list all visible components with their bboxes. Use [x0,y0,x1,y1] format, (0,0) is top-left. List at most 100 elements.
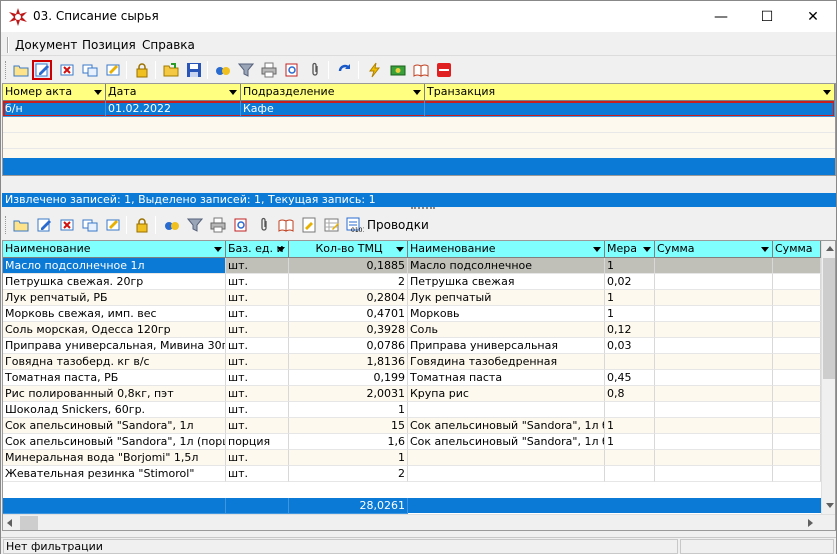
preview-icon[interactable] [231,215,251,235]
sort-arrow-icon[interactable] [643,247,651,252]
table-row[interactable]: Петрушка свежая. 20гр шт. 2 Петрушка свежая… [3,274,821,290]
table-row[interactable]: Сок апельсиновый "Sandora", 1л (порц.) по… [3,434,821,450]
cell-name2: Приправа универсальная [408,338,605,354]
table-row[interactable]: Лук репчатый, РБ шт. 0,2804 Лук репчатый 1 [3,290,821,306]
column-header-sum[interactable]: Сумма [655,241,773,258]
lightning-icon[interactable] [365,60,385,80]
edit-document-icon[interactable] [34,215,54,235]
minimize-button[interactable]: — [698,1,744,32]
table-row[interactable]: Сок апельсиновый "Sandora", 1л шт. 15 Сок а… [3,418,821,434]
scroll-down-icon[interactable] [826,503,834,508]
cell-sum [655,258,773,274]
stop-icon[interactable] [434,60,454,80]
cell-name2: Томатная паста [408,370,605,386]
menu-help[interactable]: Справка [142,38,195,52]
table-row[interactable]: Томатная паста, РБ шт. 0,199 Томатная паста… [3,370,821,386]
column-header-base-unit[interactable]: Баз. ед. и [226,241,289,258]
open-file-icon[interactable] [161,60,181,80]
copy-document-icon[interactable] [80,60,100,80]
sort-arrow-icon[interactable] [823,90,831,95]
cell-sum2 [773,306,821,322]
table-row[interactable]: б/н 01.02.2022 Кафе [3,101,835,117]
cell-unit: шт. [226,274,289,290]
save-icon[interactable] [184,60,204,80]
column-header-qty[interactable]: Кол-во ТМЦ [289,241,408,258]
money-icon[interactable] [388,60,408,80]
column-header-act-number[interactable]: Номер акта [3,84,106,101]
table-row[interactable]: Шоколад Snickers, 60гр. шт. 1 [3,402,821,418]
find-icon[interactable] [162,215,182,235]
postings-button[interactable]: Проводки [367,218,429,232]
attachment-icon[interactable] [305,60,325,80]
delete-document-icon[interactable] [57,60,77,80]
maximize-button[interactable]: ☐ [744,1,790,32]
menu-document[interactable]: Документ [15,38,77,52]
find-icon[interactable] [213,60,233,80]
open-folder-icon[interactable] [11,60,31,80]
vertical-scrollbar[interactable] [821,241,835,514]
close-button[interactable]: ✕ [790,1,836,32]
app-window: 03. Списание сырья — ☐ ✕ Документ Позици… [0,0,837,554]
filter-icon[interactable] [185,215,205,235]
horizontal-scrollbar[interactable] [3,514,835,530]
column-header-measure[interactable]: Мера [605,241,655,258]
sort-arrow-icon[interactable] [229,90,237,95]
horizontal-scroll-thumb[interactable] [20,516,38,530]
toolbar-grip [5,216,8,234]
sort-arrow-icon[interactable] [593,247,601,252]
toolbar-separator [126,216,127,234]
splitter-handle[interactable] [411,207,435,211]
scroll-up-icon[interactable] [826,246,834,251]
window-title: 03. Списание сырья [33,9,159,23]
print-icon[interactable] [259,60,279,80]
cell-measure: 1 [605,418,655,434]
delete-document-icon[interactable] [57,215,77,235]
lock-icon[interactable] [132,60,152,80]
sort-arrow-icon[interactable] [277,247,285,252]
filter-icon[interactable] [236,60,256,80]
table-row[interactable]: Масло подсолнечное 1л шт. 0,1885 Масло подс… [3,258,821,274]
table-row[interactable]: Морковь свежая, имп. вес шт. 0,4701 Морковь… [3,306,821,322]
column-header-sum-2[interactable]: Сумма [773,241,821,258]
book-icon[interactable] [411,60,431,80]
cell-qty: 0,199 [289,370,408,386]
menu-position[interactable]: Позиция [82,38,136,52]
scroll-right-icon[interactable] [808,519,813,527]
attachment-icon[interactable] [254,215,274,235]
edit-list-icon[interactable] [103,60,123,80]
sort-arrow-icon[interactable] [413,90,421,95]
cell-unit: шт. [226,338,289,354]
cell-sum [655,354,773,370]
table-row[interactable]: Соль морская, Одесса 120гр шт. 0,3928 Соль 0… [3,322,821,338]
print-icon[interactable] [208,215,228,235]
column-header-name[interactable]: Наименование [3,241,226,258]
column-header-label: Транзакция [427,85,496,98]
calc-icon[interactable] [299,215,319,235]
sort-arrow-icon[interactable] [396,247,404,252]
sort-arrow-icon[interactable] [94,90,102,95]
table-row[interactable]: Минеральная вода "Borjomi" 1,5л шт. 1 [3,450,821,466]
open-folder-icon[interactable] [11,215,31,235]
preview-icon[interactable] [282,60,302,80]
cell-qty: 0,0786 [289,338,408,354]
scroll-left-icon[interactable] [7,519,12,527]
edit-document-icon[interactable] [32,60,52,80]
sort-arrow-icon[interactable] [214,247,222,252]
table-edit-icon[interactable] [322,215,342,235]
refresh-icon[interactable] [335,60,355,80]
table-row[interactable]: Приправа универсальная, Мивина 30гр шт. 0,… [3,338,821,354]
table-row[interactable]: Жевательная резинка "Stimorol" шт. 2 [3,466,821,482]
sort-arrow-icon[interactable] [761,247,769,252]
table-row[interactable]: Рис полированный 0,8кг, пэт шт. 2,0031 Круп… [3,386,821,402]
edit-list-icon[interactable] [103,215,123,235]
column-header-date[interactable]: Дата [106,84,241,101]
column-header-transaction[interactable]: Транзакция [425,84,835,101]
table-row[interactable]: Говядна тазоберд. кг в/с шт. 1,8136 Говядин… [3,354,821,370]
copy-document-icon[interactable] [80,215,100,235]
lock-icon[interactable] [132,215,152,235]
column-header-department[interactable]: Подразделение [241,84,425,101]
column-header-name-2[interactable]: Наименование [408,241,605,258]
book-icon[interactable] [276,215,296,235]
cell-sum2 [773,354,821,370]
vertical-scroll-thumb[interactable] [823,258,835,379]
